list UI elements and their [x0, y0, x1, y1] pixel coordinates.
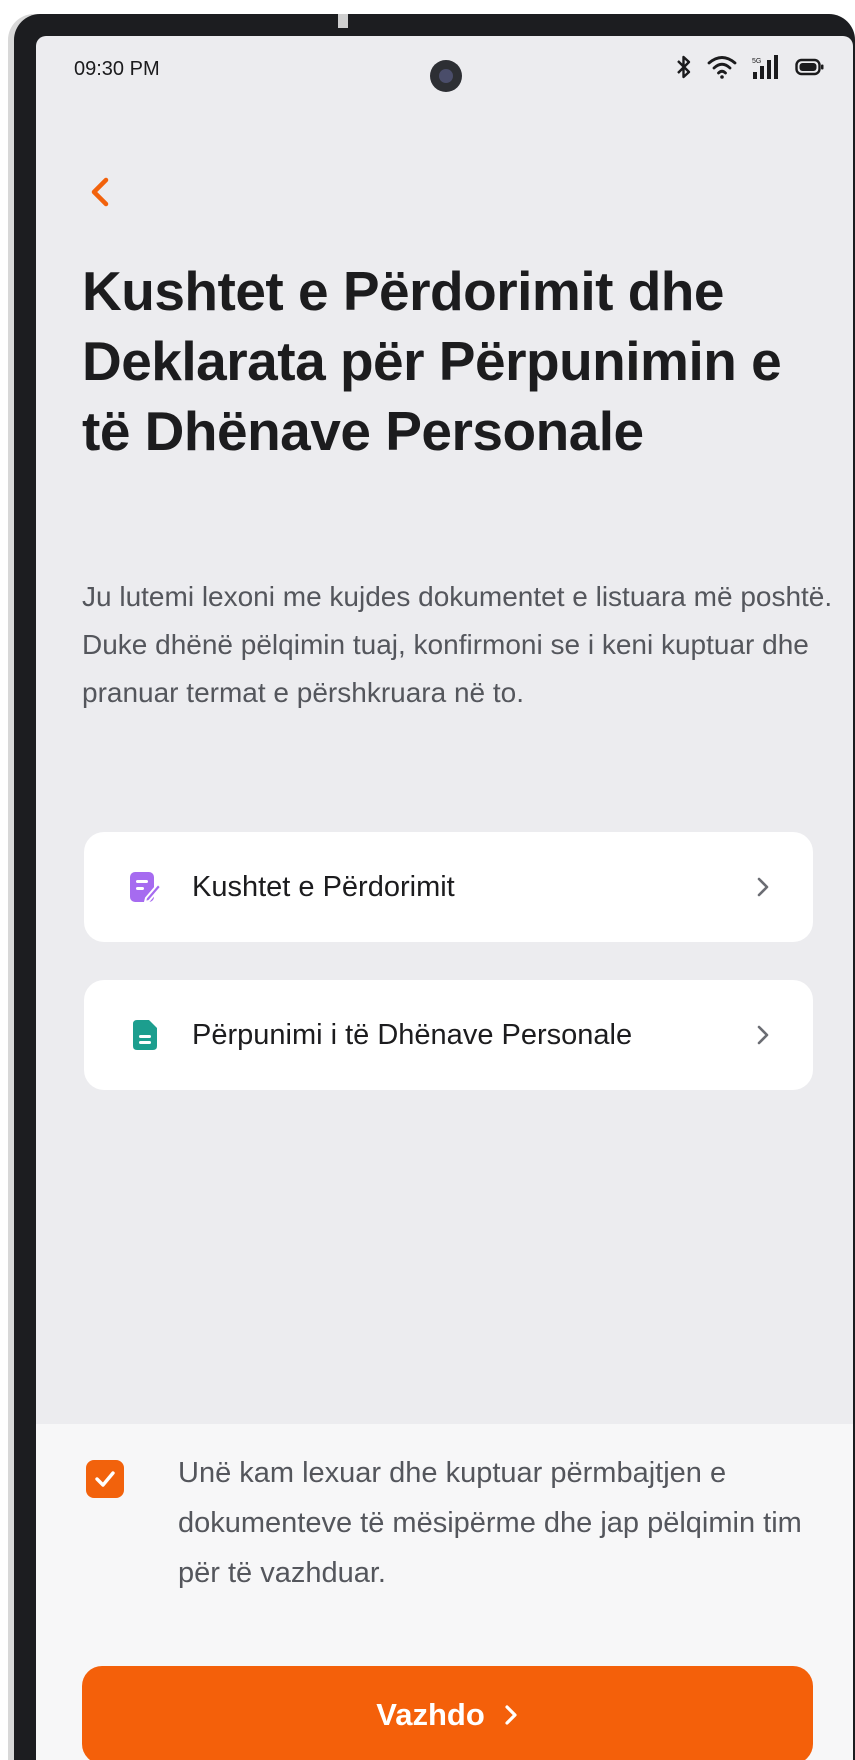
- document-list: Kushtet e Përdorimit Përpunimi i të Dhën…: [84, 832, 813, 1128]
- chevron-right-icon: [751, 1023, 775, 1047]
- phone-side-key: [338, 14, 348, 28]
- continue-button-label: Vazhdo: [376, 1697, 485, 1732]
- personal-data-processing-label: Përpunimi i të Dhënave Personale: [192, 1018, 633, 1051]
- app-screen: 09:30 PM 5G Kushtet e Përdorimit dhe Dek…: [36, 36, 853, 1760]
- personal-data-processing-item[interactable]: Përpunimi i të Dhënave Personale: [84, 980, 813, 1090]
- document-icon: [128, 1017, 162, 1053]
- page-description: Ju lutemi lexoni me kujdes dokumentet e …: [82, 581, 833, 708]
- chevron-left-icon: [91, 177, 109, 207]
- battery-icon: [795, 57, 825, 77]
- back-button[interactable]: [82, 168, 118, 216]
- status-time: 09:30 PM: [74, 58, 160, 80]
- wifi-icon: [707, 55, 737, 79]
- bottom-panel: Unë kam lexuar dhe kuptuar përmbajtjen e…: [36, 1424, 853, 1760]
- page-title: Kushtet e Përdorimit dhe Deklarata për P…: [82, 260, 782, 462]
- terms-of-use-item[interactable]: Kushtet e Përdorimit: [84, 832, 813, 942]
- chevron-right-icon: [505, 1705, 517, 1725]
- consent-text[interactable]: Unë kam lexuar dhe kuptuar përmbajtjen e…: [178, 1448, 828, 1598]
- terms-of-use-label: Kushtet e Përdorimit: [192, 870, 455, 903]
- status-icons: 5G: [675, 54, 825, 80]
- svg-text:5G: 5G: [752, 58, 761, 65]
- bluetooth-icon: [675, 54, 693, 80]
- checkmark-icon: [95, 1471, 115, 1487]
- continue-button[interactable]: Vazhdo: [82, 1666, 813, 1760]
- signal-5g-icon: 5G: [751, 54, 781, 80]
- consent-checkbox[interactable]: [86, 1460, 124, 1498]
- status-bar: 09:30 PM 5G: [36, 36, 853, 106]
- edit-document-icon: [128, 869, 162, 905]
- chevron-right-icon: [751, 875, 775, 899]
- front-camera: [430, 60, 462, 92]
